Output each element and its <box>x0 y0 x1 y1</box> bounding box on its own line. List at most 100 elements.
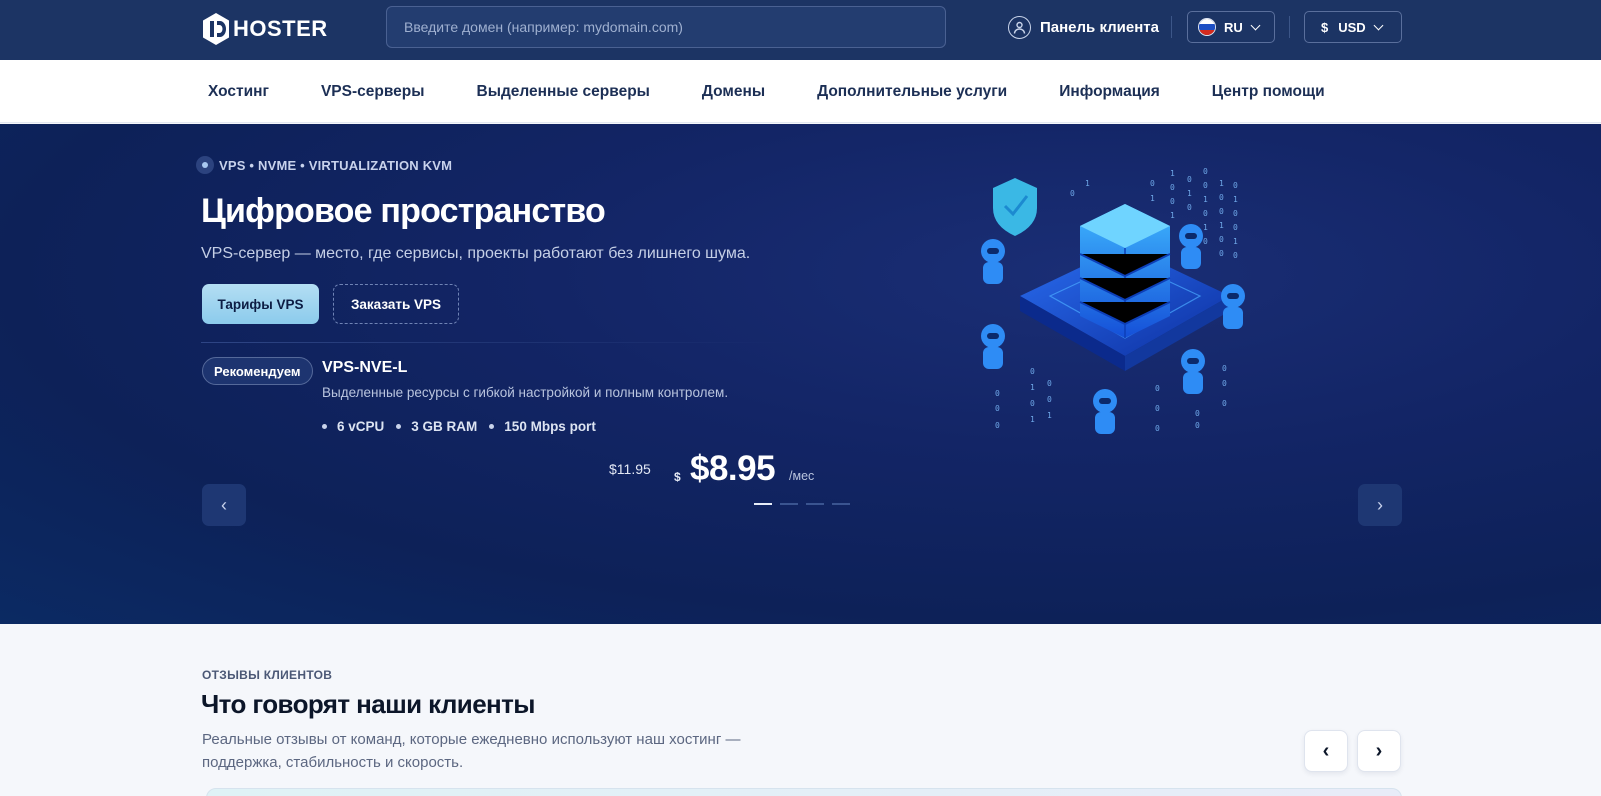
flag-ru-icon <box>1198 18 1216 36</box>
logo-icon <box>203 13 229 45</box>
price-currency: $ <box>674 470 681 484</box>
plan-specs: 6 vCPU 3 GB RAM 150 Mbps port <box>322 419 608 434</box>
nav-item-help-center[interactable]: Центр помощи <box>1212 83 1325 101</box>
svg-text:1: 1 <box>1233 237 1238 246</box>
svg-text:1: 1 <box>1203 223 1208 232</box>
slider-next-button[interactable]: › <box>1358 484 1402 526</box>
svg-text:0: 0 <box>1170 183 1175 192</box>
divider <box>1289 16 1290 38</box>
reviews-title: Что говорят наши клиенты <box>201 689 536 719</box>
old-price: $11.95 <box>609 461 651 477</box>
svg-text:0: 0 <box>1155 404 1160 413</box>
price: $8.95 <box>690 449 776 488</box>
svg-text:1: 1 <box>1085 179 1090 188</box>
svg-text:0: 0 <box>995 404 1000 413</box>
svg-text:1: 1 <box>1170 169 1175 178</box>
currency-label: USD <box>1338 19 1366 35</box>
top-bar: HOSTER Панель клиента RU $ USD <box>0 0 1601 60</box>
slider-dot[interactable] <box>832 503 850 505</box>
hero-eyebrow-text: VPS • NVME • VIRTUALIZATION KVM <box>219 157 453 173</box>
svg-text:1: 1 <box>1030 383 1035 392</box>
logo[interactable]: HOSTER <box>201 11 328 47</box>
chevron-down-icon <box>1373 20 1384 30</box>
reviews-subtitle: Реальные отзывы от команд, которые ежедн… <box>202 731 741 771</box>
divider <box>201 342 786 343</box>
divider <box>1171 16 1172 38</box>
slider-dot[interactable] <box>780 503 798 505</box>
main-nav: Хостинг VPS-серверы Выделенные серверы Д… <box>0 60 1601 123</box>
reviews-eyebrow: ОТЗЫВЫ КЛИЕНТОВ <box>202 668 333 682</box>
svg-text:0: 0 <box>1030 399 1035 408</box>
svg-text:0: 0 <box>1219 249 1224 258</box>
currency-select[interactable]: $ USD <box>1304 11 1402 43</box>
user-icon <box>1008 15 1031 39</box>
slider-dot[interactable] <box>754 503 772 505</box>
svg-text:0: 0 <box>1030 367 1035 376</box>
nav-item-hosting[interactable]: Хостинг <box>208 83 269 101</box>
slider-prev-button[interactable]: ‹ <box>202 484 246 526</box>
dot-icon <box>196 156 214 174</box>
svg-text:0: 0 <box>1047 379 1052 388</box>
svg-text:1: 1 <box>1219 221 1224 230</box>
nav-item-dedicated[interactable]: Выделенные серверы <box>477 83 650 101</box>
svg-text:0: 0 <box>1219 207 1224 216</box>
svg-text:0: 0 <box>1222 399 1227 408</box>
svg-text:0: 0 <box>995 421 1000 430</box>
hero-subtitle: VPS-сервер — место, где сервисы, проекты… <box>201 245 751 262</box>
svg-text:1: 1 <box>1203 195 1208 204</box>
svg-text:0: 0 <box>1203 237 1208 246</box>
plan-description: Выделенные ресурсы с гибкой настройкой и… <box>322 385 729 400</box>
svg-text:0: 0 <box>1222 379 1227 388</box>
domain-search[interactable] <box>386 6 946 48</box>
logo-text: HOSTER <box>233 16 328 41</box>
domain-search-input[interactable] <box>404 19 945 35</box>
svg-text:0: 0 <box>995 389 1000 398</box>
svg-text:1: 1 <box>1030 415 1035 424</box>
chevron-down-icon <box>1250 20 1261 30</box>
server-illustration: 01 1001 010 001010 100100 010010 01 000 … <box>981 167 1245 434</box>
client-panel-link[interactable]: Панель клиента <box>1008 14 1159 40</box>
svg-text:1: 1 <box>1047 411 1052 420</box>
svg-text:0: 0 <box>1047 395 1052 404</box>
svg-text:0: 0 <box>1233 223 1238 232</box>
nav-item-info[interactable]: Информация <box>1059 83 1160 101</box>
spec-ram: 3 GB RAM <box>396 419 477 434</box>
svg-text:0: 0 <box>1170 197 1175 206</box>
hero-title: Цифровое пространство <box>201 192 606 230</box>
nav-item-domains[interactable]: Домены <box>702 83 765 101</box>
hero-slider: VPS • NVME • VIRTUALIZATION KVM Цифровое… <box>0 124 1601 624</box>
client-panel-label: Панель клиента <box>1040 18 1159 36</box>
svg-text:0: 0 <box>1222 364 1227 373</box>
svg-text:0: 0 <box>1070 189 1075 198</box>
svg-text:0: 0 <box>1187 175 1192 184</box>
language-select[interactable]: RU <box>1187 11 1275 43</box>
svg-text:0: 0 <box>1233 209 1238 218</box>
svg-text:0: 0 <box>1219 235 1224 244</box>
svg-text:1: 1 <box>1150 194 1155 203</box>
svg-text:0: 0 <box>1150 179 1155 188</box>
vps-plans-button[interactable]: Тарифы VPS <box>202 284 319 324</box>
order-vps-button[interactable]: Заказать VPS <box>333 284 459 324</box>
svg-text:0: 0 <box>1203 181 1208 190</box>
recommended-badge: Рекомендуем <box>202 357 313 385</box>
spec-cpu: 6 vCPU <box>322 419 384 434</box>
svg-text:0: 0 <box>1233 251 1238 260</box>
svg-text:0: 0 <box>1233 181 1238 190</box>
currency-symbol: $ <box>1321 19 1329 35</box>
review-card <box>206 788 1402 796</box>
svg-text:0: 0 <box>1203 167 1208 176</box>
svg-text:0: 0 <box>1155 424 1160 433</box>
svg-text:1: 1 <box>1170 211 1175 220</box>
reviews-next-button[interactable]: › <box>1357 730 1401 772</box>
slider-dots <box>754 503 858 505</box>
plan-name: VPS-NVE-L <box>322 359 408 376</box>
nav-item-vps[interactable]: VPS-серверы <box>321 83 425 101</box>
nav-item-extra-services[interactable]: Дополнительные услуги <box>817 83 1007 101</box>
slider-dot[interactable] <box>806 503 824 505</box>
reviews-prev-button[interactable]: ‹ <box>1304 730 1348 772</box>
language-label: RU <box>1224 19 1243 35</box>
svg-text:1: 1 <box>1233 195 1238 204</box>
svg-text:0: 0 <box>1219 193 1224 202</box>
svg-text:0: 0 <box>1203 209 1208 218</box>
svg-text:1: 1 <box>1219 179 1224 188</box>
